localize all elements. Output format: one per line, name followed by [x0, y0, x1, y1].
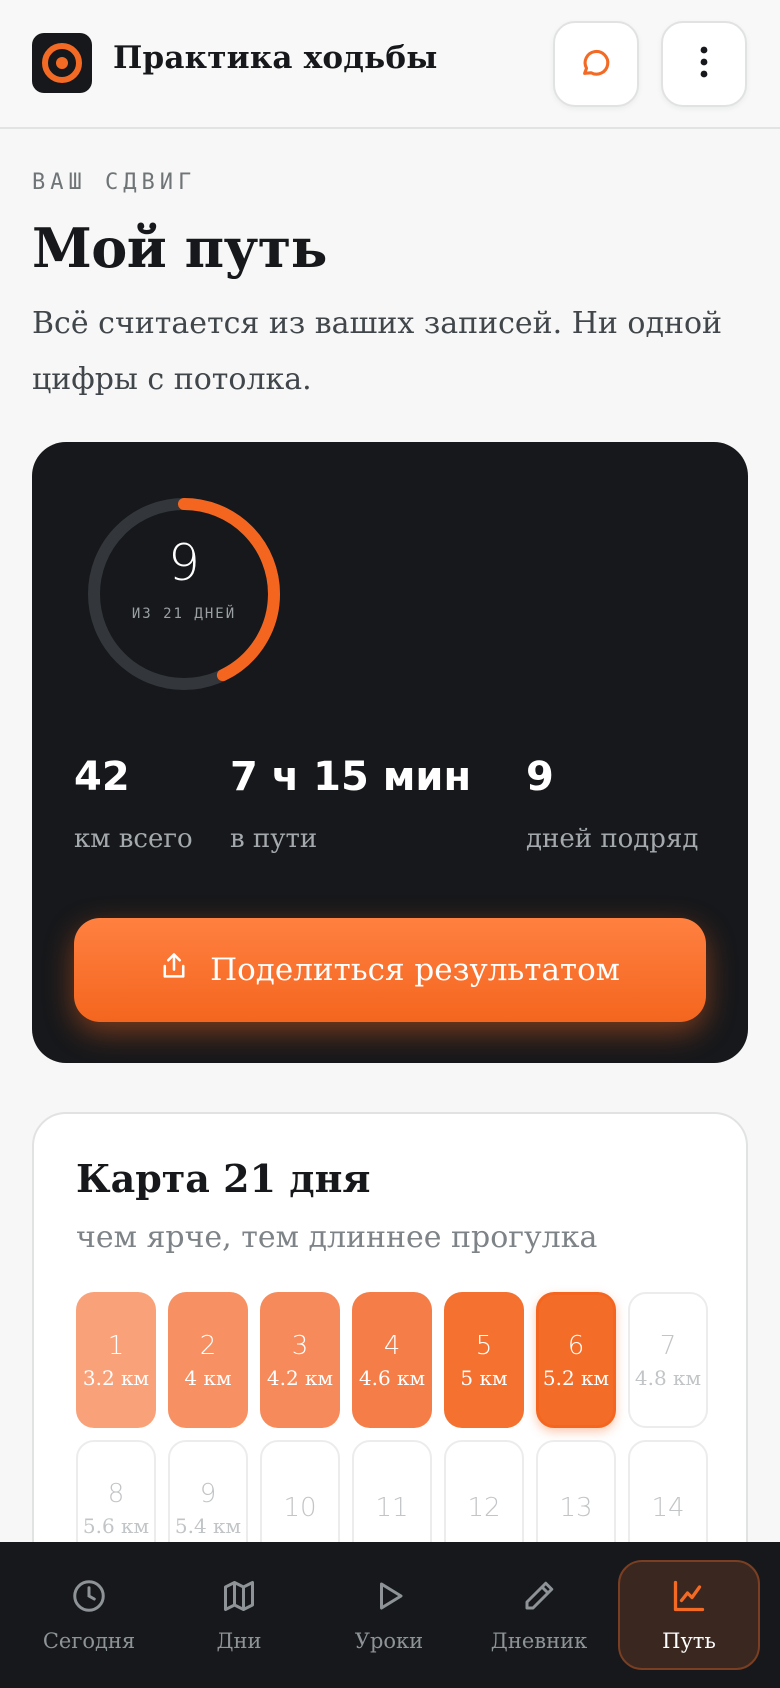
day-number: 2 [199, 1331, 217, 1361]
stat-value: 7 ч 15 мин [230, 754, 472, 800]
progress-ring: 9 ИЗ 21 ДНЕЙ [84, 494, 284, 694]
day-cell-2[interactable]: 2 4 км [168, 1292, 248, 1428]
day-number: 1 [107, 1331, 125, 1361]
day-cell-6[interactable]: 6 5.2 км [536, 1292, 616, 1428]
day-number: 4 [383, 1331, 401, 1361]
day-cell-4[interactable]: 4 4.6 км [352, 1292, 432, 1428]
share-button-label: Поделиться результатом [210, 952, 620, 988]
page-title: Мой путь [32, 216, 327, 280]
stat-value: 9 [526, 754, 554, 800]
stat-time: 7 ч 15 мин в пути [230, 754, 471, 854]
day-number: 11 [375, 1493, 409, 1523]
stat-label: дней подряд [526, 824, 699, 854]
target-icon [32, 33, 92, 93]
map-title: Карта 21 дня [76, 1156, 371, 1201]
nav-item-path[interactable]: Путь [618, 1560, 760, 1670]
day-distance: 5.2 км [542, 1366, 610, 1390]
day-cell-5[interactable]: 5 5 км [444, 1292, 524, 1428]
clock-icon [71, 1578, 107, 1619]
stat-label: км всего [74, 824, 193, 854]
day-distance: 5.6 км [82, 1514, 150, 1538]
day-number: 14 [651, 1493, 685, 1523]
app-title: Практика ходьбы [113, 40, 438, 76]
stat-streak: 9 дней подряд [526, 754, 698, 854]
chart-line-icon [671, 1578, 707, 1619]
day-distance: 4.2 км [266, 1366, 334, 1390]
day-number: 13 [559, 1493, 593, 1523]
chat-button[interactable] [553, 21, 639, 107]
day-number: 9 [199, 1479, 217, 1509]
day-distance: 3.2 км [82, 1366, 150, 1390]
day-number: 12 [467, 1493, 501, 1523]
day-number: 10 [283, 1493, 317, 1523]
share-upload-icon [160, 951, 188, 989]
nav-label: Уроки [354, 1628, 424, 1653]
day-cell-3[interactable]: 3 4.2 км [260, 1292, 340, 1428]
nav-label: Дневник [490, 1628, 588, 1653]
day-distance: 5.4 км [174, 1514, 242, 1538]
nav-label: Сегодня [42, 1628, 136, 1653]
day-number: 7 [659, 1331, 677, 1361]
more-vertical-icon [699, 45, 709, 83]
map-subtitle: чем ярче, тем длиннее прогулка [76, 1220, 598, 1255]
nav-item-diary[interactable]: Дневник [468, 1560, 610, 1670]
nav-label: Дни [216, 1628, 262, 1653]
stat-distance: 42 км всего [74, 754, 193, 854]
more-menu-button[interactable] [661, 21, 747, 107]
bottom-nav: Сегодня Дни Уроки Дневник Путь [0, 1542, 780, 1688]
day-distance: 4.8 км [634, 1366, 702, 1390]
day-number: 8 [107, 1479, 125, 1509]
day-distance: 4 км [184, 1366, 232, 1390]
progress-caption: ИЗ 21 ДНЕЙ [131, 606, 237, 622]
app-header: Практика ходьбы [0, 0, 780, 129]
day-number: 6 [567, 1331, 585, 1361]
nav-item-lessons[interactable]: Уроки [318, 1560, 460, 1670]
nav-item-days[interactable]: Дни [168, 1560, 310, 1670]
chat-bubble-icon [579, 45, 613, 83]
progress-current: 9 [168, 534, 200, 592]
share-result-button[interactable]: Поделиться результатом [74, 918, 706, 1022]
stat-value: 42 [74, 754, 130, 800]
nav-item-today[interactable]: Сегодня [18, 1560, 160, 1670]
stat-label: в пути [230, 824, 318, 854]
play-icon [371, 1578, 407, 1619]
day-distance: 4.6 км [358, 1366, 426, 1390]
progress-card: 9 ИЗ 21 ДНЕЙ 42 км всего 7 ч 15 мин в пу… [32, 442, 748, 1063]
day-cell-1[interactable]: 1 3.2 км [76, 1292, 156, 1428]
page-subtitle: Всё считается из ваших записей. Ни одной… [32, 306, 723, 397]
map-icon [221, 1578, 257, 1619]
day-distance: 5 км [460, 1366, 508, 1390]
nav-label: Путь [662, 1628, 716, 1653]
day-number: 3 [291, 1331, 309, 1361]
section-eyebrow: ВАШ СДВИГ [32, 170, 197, 195]
day-cell-7[interactable]: 7 4.8 км [628, 1292, 708, 1428]
pencil-icon [521, 1578, 557, 1619]
day-number: 5 [475, 1331, 493, 1361]
